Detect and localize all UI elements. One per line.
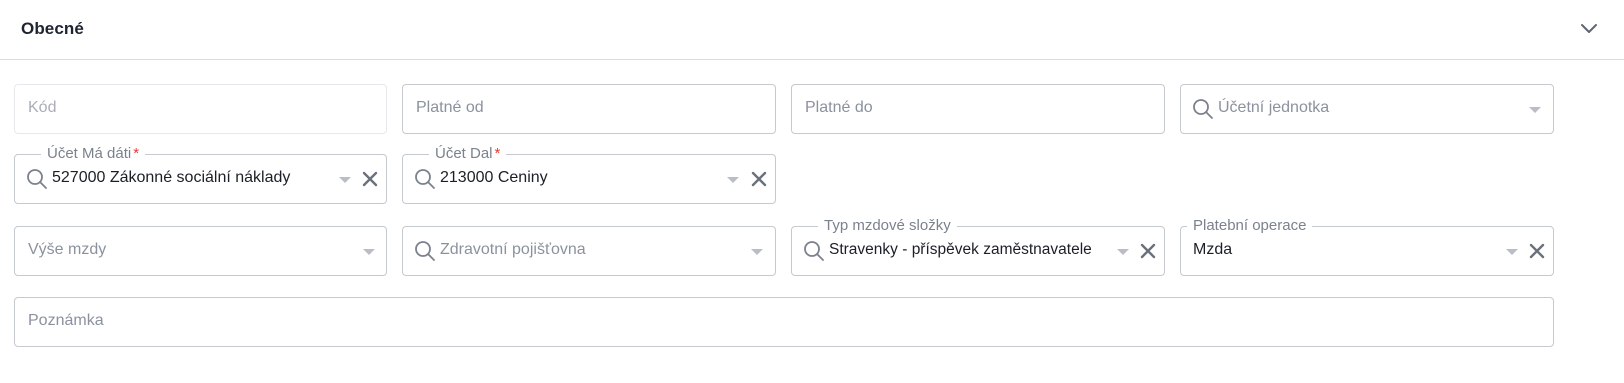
ucetni-jednotka-placeholder: Účetní jednotka: [1218, 99, 1330, 116]
section-title: Obecné: [21, 19, 84, 38]
poznamka-placeholder: Poznámka: [28, 312, 104, 329]
close-icon[interactable]: [1528, 242, 1546, 260]
ucet-dal-select[interactable]: Účet Dal * 213000 Ceniny: [402, 144, 776, 204]
platne-do-field[interactable]: Platné do: [791, 84, 1165, 134]
zdravotni-pojistovna-select[interactable]: Zdravotní pojišťovna: [402, 226, 776, 276]
caret-down-icon[interactable]: [1117, 249, 1129, 255]
zdravotni-pojistovna-placeholder: Zdravotní pojišťovna: [440, 241, 586, 258]
ucet-dal-label: Účet Dal *: [429, 144, 507, 164]
typ-mzdove-slozky-label: Typ mzdové složky: [818, 216, 957, 236]
vyse-mzdy-placeholder: Výše mzdy: [28, 241, 107, 258]
chevron-down-icon[interactable]: [1578, 17, 1600, 39]
kod-placeholder: Kód: [28, 99, 57, 116]
close-icon[interactable]: [1139, 242, 1157, 260]
platebni-operace-value: Mzda: [1193, 241, 1233, 258]
search-icon: [414, 240, 436, 262]
caret-down-icon[interactable]: [363, 249, 375, 255]
vyse-mzdy-select[interactable]: Výše mzdy: [14, 226, 387, 276]
platne-do-placeholder: Platné do: [805, 99, 873, 116]
caret-down-icon[interactable]: [1529, 107, 1541, 113]
typ-mzdove-slozky-value: Stravenky - příspěvek zaměstnavatele: [829, 241, 1092, 258]
search-icon: [1192, 98, 1214, 120]
caret-down-icon[interactable]: [751, 249, 763, 255]
platne-od-placeholder: Platné od: [416, 99, 484, 116]
search-icon: [414, 168, 436, 190]
ucet-ma-dati-value: 527000 Zákonné sociální náklady: [52, 169, 291, 186]
close-icon[interactable]: [750, 170, 768, 188]
ucet-ma-dati-label: Účet Má dáti *: [41, 144, 146, 164]
platebni-operace-select[interactable]: Platební operace Mzda: [1180, 216, 1554, 276]
caret-down-icon[interactable]: [1506, 249, 1518, 255]
required-mark: *: [133, 145, 140, 162]
ucet-dal-value: 213000 Ceniny: [440, 169, 548, 186]
typ-mzdove-slozky-select[interactable]: Typ mzdové složky Stravenky - příspěvek …: [791, 216, 1165, 276]
caret-down-icon[interactable]: [339, 177, 351, 183]
close-icon[interactable]: [361, 170, 379, 188]
caret-down-icon[interactable]: [727, 177, 739, 183]
required-mark: *: [494, 145, 501, 162]
search-icon: [803, 240, 825, 262]
platebni-operace-label: Platební operace: [1187, 216, 1313, 236]
platne-od-field[interactable]: Platné od: [402, 84, 776, 134]
section-header[interactable]: Obecné: [0, 0, 1624, 60]
search-icon: [26, 168, 48, 190]
poznamka-field[interactable]: Poznámka: [14, 297, 1554, 347]
ucet-ma-dati-select[interactable]: Účet Má dáti * 527000 Zákonné sociální ná…: [14, 144, 387, 204]
ucetni-jednotka-select[interactable]: Účetní jednotka: [1180, 84, 1554, 134]
kod-field: Kód: [14, 84, 387, 134]
